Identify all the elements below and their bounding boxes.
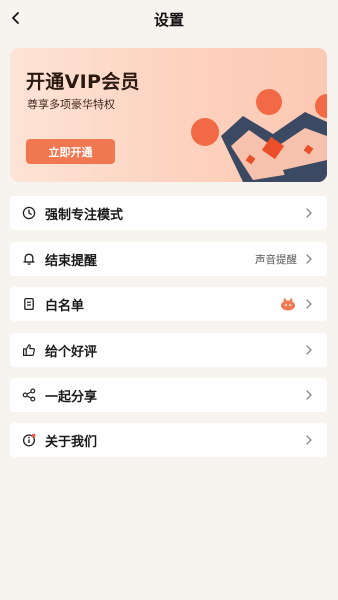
chevron-right-icon (303, 253, 315, 265)
settings-item-share[interactable]: 一起分享 (10, 378, 327, 412)
vip-title: 开通VIP会员 (26, 71, 140, 93)
bell-icon (21, 251, 37, 267)
settings-item-end-reminder[interactable]: 结束提醒 声音提醒 (10, 242, 327, 276)
clock-icon (21, 205, 37, 221)
settings-item-rate-us[interactable]: 给个好评 (10, 333, 327, 367)
vip-subtitle: 尊享多项豪华特权 (27, 98, 115, 111)
open-vip-button[interactable]: 立即开通 (26, 139, 115, 164)
header-bar: 设置 (0, 0, 338, 38)
vip-banner[interactable]: 开通VIP会员 尊享多项豪华特权 立即开通 (10, 48, 327, 182)
crown-illustration (191, 89, 327, 182)
settings-item-label: 白名单 (45, 298, 85, 314)
chevron-right-icon (303, 434, 315, 446)
settings-item-label: 给个好评 (45, 344, 98, 360)
settings-item-label: 一起分享 (45, 389, 98, 405)
mascot-icon (279, 297, 297, 311)
page-title: 设置 (153, 11, 184, 29)
thumbs-up-icon (21, 342, 37, 358)
settings-item-about-us[interactable]: 关于我们 (10, 423, 327, 457)
document-icon (21, 296, 37, 312)
settings-item-label: 关于我们 (45, 434, 98, 450)
chevron-right-icon (303, 344, 315, 356)
chevron-right-icon (303, 207, 315, 219)
info-icon (21, 432, 37, 448)
reminder-value: 声音提醒 (255, 253, 297, 266)
settings-item-label: 结束提醒 (45, 253, 98, 269)
chevron-right-icon (303, 298, 315, 310)
settings-item-whitelist[interactable]: 白名单 (10, 287, 327, 321)
share-icon (21, 387, 37, 403)
chevron-right-icon (303, 389, 315, 401)
settings-item-focus-mode[interactable]: 强制专注模式 (10, 196, 327, 230)
settings-item-label: 强制专注模式 (45, 207, 124, 223)
